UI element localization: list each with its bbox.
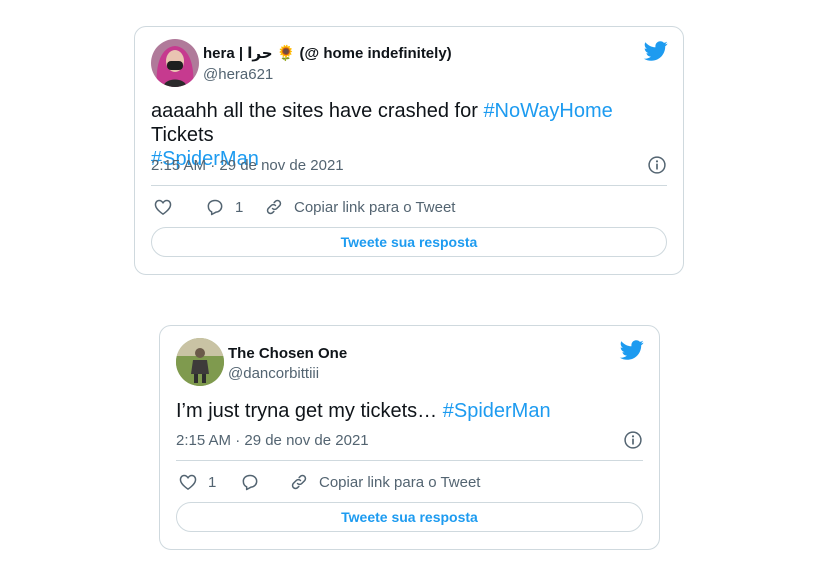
timestamp[interactable]: 2:15 AM · 29 de nov de 2021 bbox=[151, 157, 344, 174]
heart-icon bbox=[153, 197, 173, 217]
tweet-reply-button[interactable]: Tweete sua resposta bbox=[176, 502, 643, 532]
like-button[interactable]: 1 bbox=[178, 472, 216, 492]
like-count: 1 bbox=[208, 473, 217, 491]
tweet-card[interactable]: The Chosen One @dancorbittiii I’m just t… bbox=[159, 325, 660, 550]
user-handle[interactable]: @dancorbittiii bbox=[228, 365, 319, 382]
tweet-text-part: Tickets bbox=[151, 124, 214, 146]
reply-icon bbox=[240, 472, 260, 492]
twitter-bird-icon[interactable] bbox=[619, 338, 645, 362]
tweet-text-part: aaaahh all the sites have crashed for bbox=[151, 100, 484, 122]
timestamp[interactable]: 2:15 AM · 29 de nov de 2021 bbox=[176, 432, 369, 449]
twitter-bird-icon[interactable] bbox=[643, 39, 669, 63]
info-icon[interactable] bbox=[647, 155, 667, 175]
reply-count: 1 bbox=[235, 198, 244, 216]
tweet-text: I’m just tryna get my tickets… #SpiderMa… bbox=[176, 399, 646, 423]
copy-link-button[interactable]: Copiar link para o Tweet bbox=[264, 197, 455, 217]
reply-icon bbox=[205, 197, 225, 217]
avatar[interactable] bbox=[151, 39, 199, 87]
user-handle[interactable]: @hera621 bbox=[203, 66, 273, 83]
hashtag-link[interactable]: #NoWayHome bbox=[483, 100, 612, 122]
reply-action[interactable] bbox=[240, 472, 260, 492]
display-name[interactable]: The Chosen One bbox=[228, 345, 347, 362]
avatar[interactable] bbox=[176, 338, 224, 386]
tweet-reply-button[interactable]: Tweete sua resposta bbox=[151, 227, 667, 257]
reply-action[interactable]: 1 bbox=[205, 197, 243, 217]
tweet-card[interactable]: hera | حرا 🌻 (@ home indefinitely) @hera… bbox=[134, 26, 684, 275]
copy-link-label: Copiar link para o Tweet bbox=[294, 198, 456, 216]
divider bbox=[151, 185, 667, 186]
info-icon[interactable] bbox=[623, 430, 643, 450]
hashtag-link[interactable]: #SpiderMan bbox=[443, 400, 551, 422]
copy-link-button[interactable]: Copiar link para o Tweet bbox=[289, 472, 480, 492]
link-icon bbox=[289, 472, 309, 492]
like-button[interactable] bbox=[153, 197, 173, 217]
divider bbox=[176, 460, 643, 461]
link-icon bbox=[264, 197, 284, 217]
tweet-text-part: I’m just tryna get my tickets… bbox=[176, 400, 443, 422]
display-name[interactable]: hera | حرا 🌻 (@ home indefinitely) bbox=[203, 44, 452, 62]
heart-icon bbox=[178, 472, 198, 492]
copy-link-label: Copiar link para o Tweet bbox=[319, 473, 481, 491]
